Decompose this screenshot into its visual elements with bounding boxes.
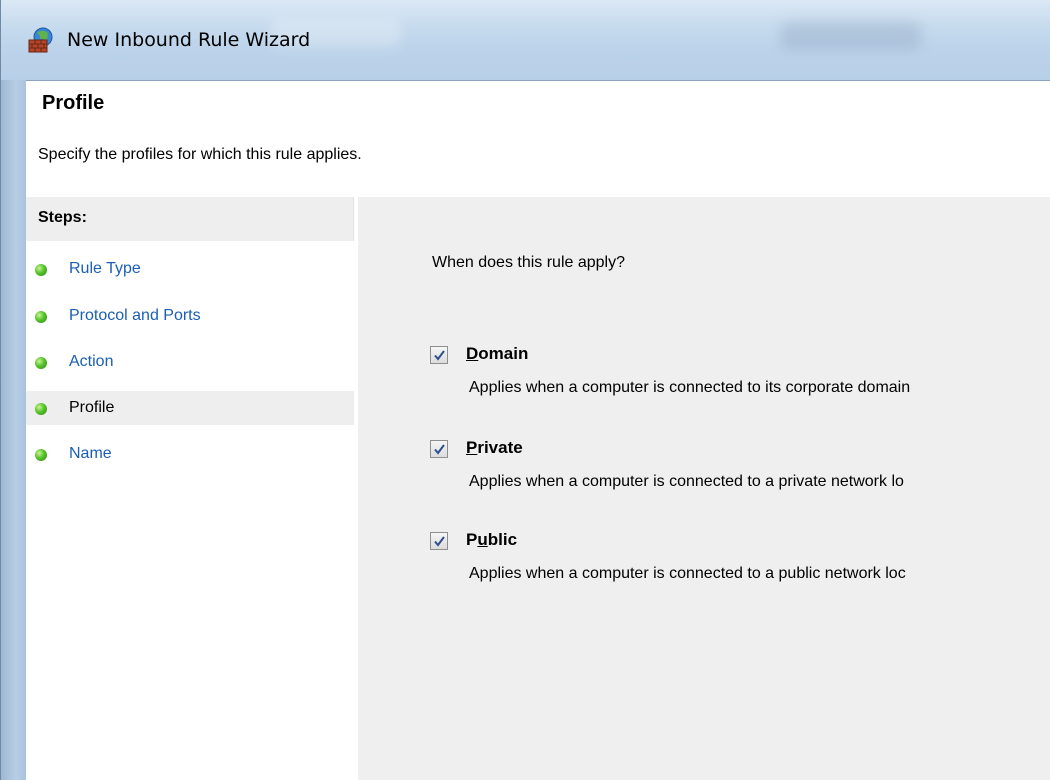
step-profile: Profile — [26, 391, 354, 425]
label-text: rivate — [477, 438, 523, 457]
private-description: Applies when a computer is connected to … — [469, 473, 904, 490]
domain-option: Domain Applies when a computer is connec… — [428, 343, 1050, 423]
label-text: omain — [478, 344, 529, 363]
step-status-dot-icon — [35, 357, 47, 369]
step-status-dot-icon — [35, 403, 47, 415]
private-label[interactable]: Private — [466, 438, 523, 458]
private-checkbox[interactable] — [430, 440, 448, 458]
private-option: Private Applies when a computer is conne… — [428, 437, 1050, 517]
question-text: When does this rule apply? — [432, 254, 625, 271]
label-text: blic — [487, 530, 518, 549]
domain-label[interactable]: Domain — [466, 344, 528, 364]
step-status-dot-icon — [35, 311, 47, 323]
accelerator-letter: P — [466, 438, 478, 457]
steps-heading: Steps: — [26, 197, 354, 241]
firewall-icon — [27, 26, 55, 54]
accelerator-letter: u — [477, 530, 488, 549]
step-action[interactable]: Action — [26, 345, 354, 379]
public-option: Public Applies when a computer is connec… — [428, 529, 1050, 609]
step-status-dot-icon — [35, 264, 47, 276]
accelerator-letter: D — [466, 344, 479, 363]
checkmark-icon — [434, 444, 445, 455]
step-protocol-and-ports[interactable]: Protocol and Ports — [26, 299, 354, 333]
step-rule-type[interactable]: Rule Type — [26, 252, 354, 286]
domain-description: Applies when a computer is connected to … — [469, 379, 911, 396]
public-description: Applies when a computer is connected to … — [469, 565, 906, 582]
page-header: Profile Specify the profiles for which t… — [26, 80, 1050, 192]
domain-checkbox[interactable] — [430, 346, 448, 364]
page-description: Specify the profiles for which this rule… — [38, 146, 362, 163]
step-label[interactable]: Name — [69, 445, 112, 463]
step-name[interactable]: Name — [26, 437, 354, 471]
step-label[interactable]: Rule Type — [69, 260, 141, 278]
public-label[interactable]: Public — [466, 530, 517, 550]
step-label: Profile — [69, 399, 115, 416]
title-bar[interactable]: New Inbound Rule Wizard — [0, 0, 1050, 80]
public-checkbox[interactable] — [430, 532, 448, 550]
aero-glass-blur — [781, 22, 921, 50]
window-frame-left — [0, 80, 26, 780]
step-label[interactable]: Protocol and Ports — [69, 307, 201, 325]
step-status-dot-icon — [35, 449, 47, 461]
content-panel: When does this rule apply? Domain Applie… — [358, 197, 1050, 780]
checkmark-icon — [434, 350, 445, 361]
wizard-window: New Inbound Rule Wizard Profile Specify … — [0, 0, 1050, 780]
label-text: P — [466, 530, 478, 549]
page-title: Profile — [42, 92, 105, 114]
step-label[interactable]: Action — [69, 353, 113, 371]
steps-heading-label: Steps: — [38, 209, 87, 226]
steps-panel: Steps: Rule Type Protocol and Ports Acti… — [26, 197, 358, 780]
window-title: New Inbound Rule Wizard — [67, 29, 311, 51]
checkmark-icon — [434, 536, 445, 547]
